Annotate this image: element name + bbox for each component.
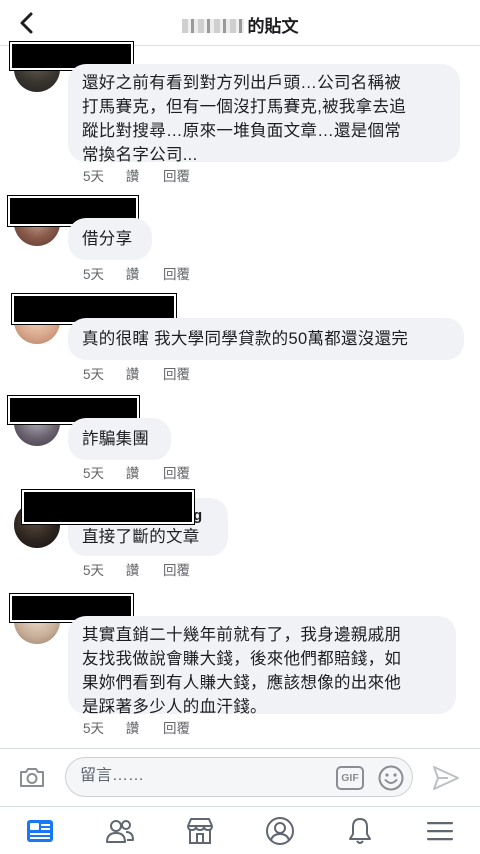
profile-icon[interactable]	[264, 815, 296, 847]
like-button[interactable]: 讚	[126, 559, 140, 579]
comment-text: 還好之前有看到對方列出戶頭…公司名稱被 打馬賽克，但有一個沒打馬賽克,被我拿去追…	[82, 74, 407, 164]
comment-input-box: GIF	[65, 757, 413, 797]
reply-button[interactable]: 回覆	[163, 559, 190, 579]
emoji-icon[interactable]	[377, 764, 405, 792]
comment-actions: 5天 讚 回覆	[83, 462, 208, 482]
comment-actions: 5天 讚 回覆	[83, 263, 208, 283]
comment-text: 詐騙集團	[82, 430, 150, 448]
like-button[interactable]: 讚	[126, 363, 140, 383]
comment-bubble[interactable]: 還好之前有看到對方列出戶頭…公司名稱被 打馬賽克，但有一個沒打馬賽克,被我拿去追…	[68, 64, 460, 164]
page-title: 的貼文	[0, 12, 480, 37]
notifications-icon[interactable]	[344, 815, 376, 847]
comment-item: 真的很瞎 我大學同學貸款的50萬都還沒還完 5天 讚 回覆	[0, 293, 480, 386]
comment-item: 還好之前有看到對方列出戶頭…公司名稱被 打馬賽克，但有一個沒打馬賽克,被我拿去追…	[0, 40, 480, 190]
comment-text: 真的很瞎 我大學同學貸款的50萬都還沒還完	[82, 330, 409, 348]
comment-text: 借分享	[82, 230, 133, 248]
camera-icon[interactable]	[18, 765, 46, 789]
send-icon[interactable]	[430, 763, 462, 793]
comment-item: 詐騙集團 5天 讚 回覆	[0, 394, 480, 486]
comment-bubble[interactable]: 真的很瞎 我大學同學貸款的50萬都還沒還完	[68, 318, 464, 360]
comment-time: 5天	[83, 721, 105, 736]
comment-actions: 5天 讚 回覆	[83, 363, 208, 383]
reply-button[interactable]: 回覆	[163, 462, 190, 482]
comment-item: g 直接了斷的文章 5天 讚 回覆	[0, 489, 480, 582]
comment-text: 其實直銷二十幾年前就有了，我身邊親戚朋 友找我做說會賺大錢，後來他們都賠錢，如 …	[82, 626, 402, 716]
comment-actions: 5天 讚 回覆	[83, 559, 208, 579]
menu-icon[interactable]	[424, 815, 456, 847]
comment-bubble[interactable]: 其實直銷二十幾年前就有了，我身邊親戚朋 友找我做說會賺大錢，後來他們都賠錢，如 …	[68, 616, 456, 716]
like-button[interactable]: 讚	[126, 165, 140, 185]
news-feed-icon[interactable]	[24, 815, 56, 847]
comment-text: 直接了斷的文章	[82, 528, 200, 546]
like-button[interactable]: 讚	[126, 462, 140, 482]
reply-button[interactable]: 回覆	[163, 717, 190, 737]
comment-time: 5天	[83, 267, 105, 282]
comment-input[interactable]	[80, 767, 320, 785]
comment-bubble[interactable]: 借分享	[68, 218, 152, 260]
comment-author-suffix: g	[193, 507, 203, 524]
comment-time: 5天	[83, 169, 105, 184]
comment-time: 5天	[83, 466, 105, 481]
friends-icon[interactable]	[104, 815, 136, 847]
comment-item: 借分享 5天 讚 回覆	[0, 195, 480, 286]
comment-composer: GIF	[0, 748, 480, 806]
reply-button[interactable]: 回覆	[163, 363, 190, 383]
comment-bubble[interactable]: 詐騙集團	[68, 418, 171, 460]
redacted-name	[21, 489, 195, 525]
like-button[interactable]: 讚	[126, 263, 140, 283]
reply-button[interactable]: 回覆	[163, 165, 190, 185]
bottom-tab-bar	[0, 806, 480, 854]
comment-actions: 5天 讚 回覆	[83, 165, 208, 185]
comment-time: 5天	[83, 367, 105, 382]
redacted-name	[181, 19, 244, 33]
like-button[interactable]: 讚	[126, 717, 140, 737]
comment-actions: 5天 讚 回覆	[83, 717, 208, 737]
gif-icon[interactable]: GIF	[336, 766, 364, 790]
reply-button[interactable]: 回覆	[163, 263, 190, 283]
comment-item: 其實直銷二十幾年前就有了，我身邊親戚朋 友找我做說會賺大錢，後來他們都賠錢，如 …	[0, 592, 480, 744]
comment-time: 5天	[83, 563, 105, 578]
page-title-suffix: 的貼文	[247, 17, 299, 36]
marketplace-icon[interactable]	[184, 815, 216, 847]
